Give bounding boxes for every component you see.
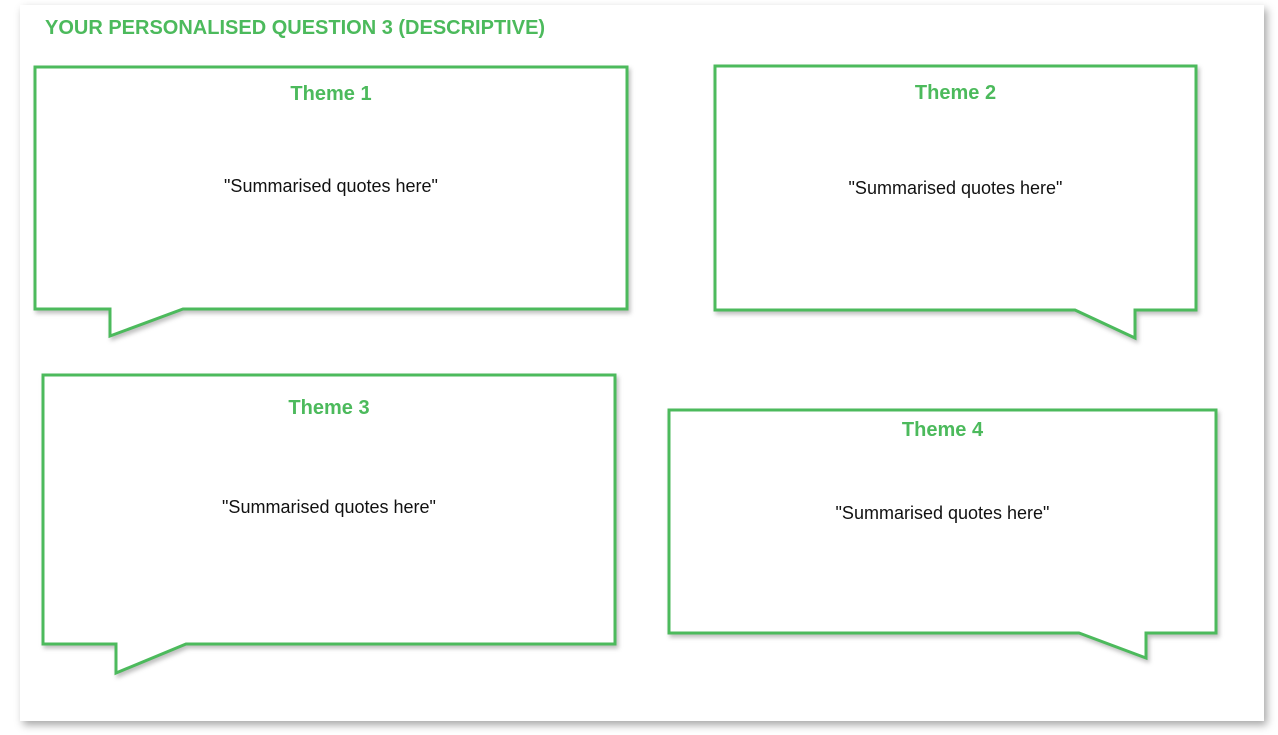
theme-2-callout: Theme 2 "Summarised quotes here": [713, 64, 1198, 341]
theme-2-quote: "Summarised quotes here": [848, 178, 1063, 198]
theme-4-title: Theme 4: [901, 419, 984, 441]
theme-2-title: Theme 2: [914, 82, 997, 104]
slide-title: YOUR PERSONALISED QUESTION 3 (DESCRIPTIV…: [45, 17, 546, 39]
theme-3-title: Theme 3: [288, 397, 370, 419]
theme-4-quote: "Summarised quotes here": [835, 503, 1050, 523]
theme-1-quote: "Summarised quotes here": [224, 176, 438, 196]
theme-3-callout: Theme 3 "Summarised quotes here": [41, 373, 617, 677]
speech-bubble-shape: [33, 65, 629, 339]
theme-3-quote: "Summarised quotes here": [222, 497, 436, 517]
speech-bubble-shape: [667, 408, 1218, 661]
slide: YOUR PERSONALISED QUESTION 3 (DESCRIPTIV…: [20, 5, 1264, 721]
speech-bubble-shape: [41, 373, 617, 676]
theme-1-title: Theme 1: [290, 83, 372, 105]
theme-1-callout: Theme 1 "Summarised quotes here": [33, 65, 629, 339]
theme-4-callout: Theme 4 "Summarised quotes here": [667, 408, 1218, 662]
speech-bubble-shape: [713, 64, 1198, 341]
